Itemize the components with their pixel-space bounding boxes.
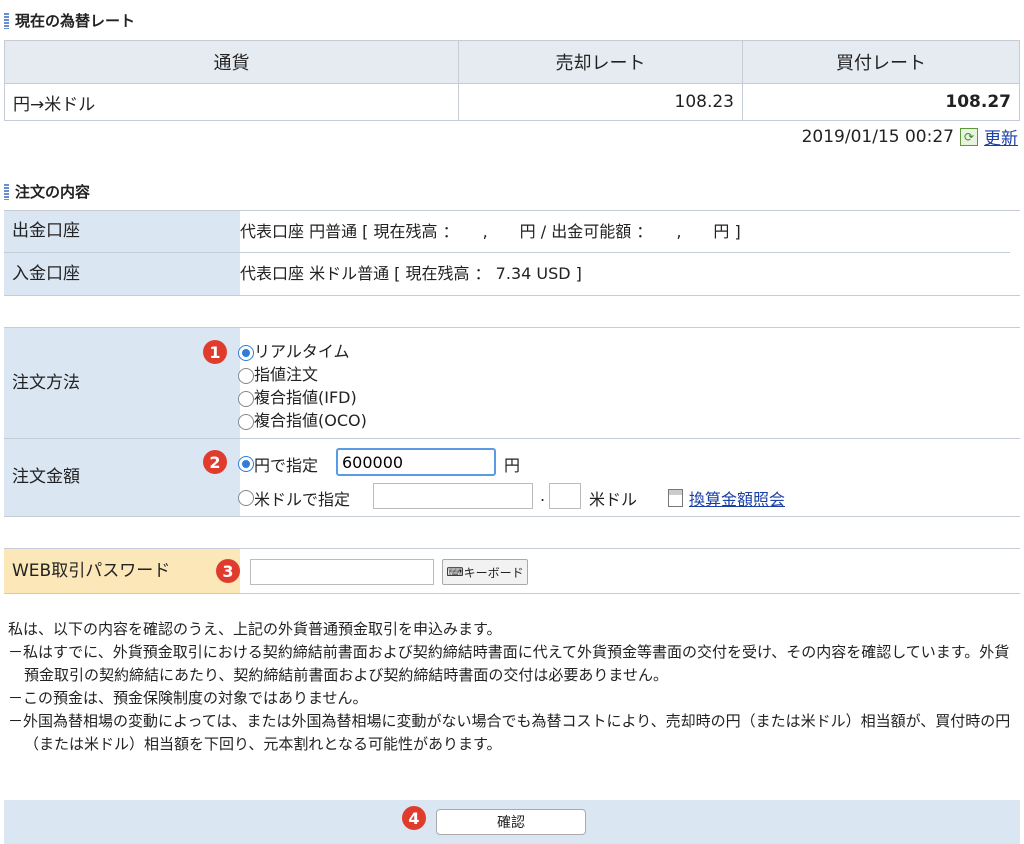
section-bar-icon	[4, 183, 9, 200]
account-table: 出金口座 代表口座 円普通 [ 現在残高 ： , 円 / 出金可能額 ： , 円…	[4, 210, 1020, 296]
order-section-title-text: 注文の内容	[15, 183, 91, 201]
usd-integer-input[interactable]	[373, 483, 533, 509]
keyboard-icon: ⌨	[446, 565, 464, 579]
sell-rate-cell: 108.23	[458, 83, 743, 121]
confirm-bar: 4 確認	[4, 800, 1020, 844]
buy-header: 買付レート	[742, 40, 1020, 84]
refresh-link[interactable]: 更新	[984, 124, 1018, 149]
radio-oco[interactable]	[238, 413, 254, 430]
yen-amount-input[interactable]	[336, 448, 496, 476]
rate-section-title-text: 現在の為替レート	[15, 12, 136, 30]
convert-link[interactable]: 換算金額照会	[689, 486, 785, 510]
notice-item: －この預金は、預金保険制度の対象ではありません。	[8, 689, 368, 707]
amount-yen-row[interactable]: 円で指定	[238, 452, 318, 476]
rate-timestamp: 2019/01/15 00:27	[801, 126, 954, 147]
password-input[interactable]	[250, 559, 434, 585]
deposit-label: 入金口座	[4, 253, 240, 295]
method-options: リアルタイム 指値注文 複合指値(IFD) 複合指値(OCO)	[238, 340, 367, 432]
password-row: WEB取引パスワード 3 ⌨ キーボード	[4, 548, 1020, 594]
step-badge-4: 4	[402, 806, 426, 830]
withdraw-value: 代表口座 円普通 [ 現在残高 ： , 円 / 出金可能額 ： , 円 ]	[240, 211, 1010, 253]
radio-ifd[interactable]	[238, 390, 254, 407]
amount-label: 注文金額	[4, 439, 240, 516]
method-option-ifd[interactable]: 複合指値(IFD)	[238, 386, 367, 409]
deposit-value: 代表口座 米ドル普通 [ 現在残高 ： 7.34 USD ]	[240, 264, 582, 283]
radio-yen[interactable]	[238, 456, 254, 472]
yen-option-label: 円で指定	[254, 456, 319, 475]
yen-unit: 円	[504, 456, 521, 475]
currency-cell: 円→米ドル	[4, 83, 459, 121]
withdraw-label: 出金口座	[4, 211, 240, 253]
currency-header: 通貨	[4, 40, 459, 84]
usd-unit: 米ドル	[589, 490, 638, 509]
method-option-realtime[interactable]: リアルタイム	[238, 340, 367, 363]
notice-item: －外国為替相場の変動によっては、または外国為替相場に変動がない場合でも為替コスト…	[8, 712, 1011, 753]
rate-update-bar: 2019/01/15 00:27 ⟳ 更新	[801, 124, 1018, 150]
calculator-icon	[668, 489, 683, 507]
notice-intro: 私は、以下の内容を確認のうえ、上記の外貨普通預金取引を申込みます。	[8, 620, 502, 638]
keyboard-button[interactable]: ⌨ キーボード	[442, 559, 528, 585]
table-row: 円→米ドル 108.23 108.27	[4, 83, 1020, 121]
method-option-limit[interactable]: 指値注文	[238, 363, 367, 386]
sell-header: 売却レート	[458, 40, 743, 84]
step-badge-1: 1	[203, 340, 227, 364]
radio-limit[interactable]	[238, 367, 254, 384]
order-form: 注文方法 1 リアルタイム 指値注文 複合指値(IFD) 複合指値(OCO) 注…	[4, 327, 1020, 517]
method-option-oco[interactable]: 複合指値(OCO)	[238, 409, 367, 432]
order-section-title: 注文の内容	[4, 181, 90, 202]
rate-table: 通貨 売却レート 買付レート 円→米ドル 108.23 108.27	[4, 40, 1020, 121]
section-bar-icon	[4, 12, 9, 29]
notice-item: －私はすでに、外貨預金取引における契約締結前書面および契約締結時書面に代えて外貨…	[8, 643, 1010, 684]
convert-link-wrap[interactable]: 換算金額照会	[668, 486, 785, 510]
usd-option-label: 米ドルで指定	[254, 490, 351, 509]
usd-decimal-input[interactable]	[549, 483, 581, 509]
rate-section-title: 現在の為替レート	[4, 10, 135, 31]
radio-realtime[interactable]	[238, 344, 254, 361]
notice: 私は、以下の内容を確認のうえ、上記の外貨普通預金取引を申込みます。 －私はすでに…	[8, 618, 1016, 756]
usd-dot: .	[540, 486, 546, 505]
confirm-button[interactable]: 確認	[436, 809, 586, 835]
refresh-icon[interactable]: ⟳	[960, 127, 978, 146]
password-label: WEB取引パスワード	[4, 549, 240, 593]
radio-usd[interactable]	[238, 490, 254, 506]
step-badge-3: 3	[216, 559, 240, 583]
buy-rate-cell: 108.27	[742, 83, 1020, 121]
amount-usd-row[interactable]: 米ドルで指定	[238, 486, 350, 510]
step-badge-2: 2	[203, 450, 227, 474]
